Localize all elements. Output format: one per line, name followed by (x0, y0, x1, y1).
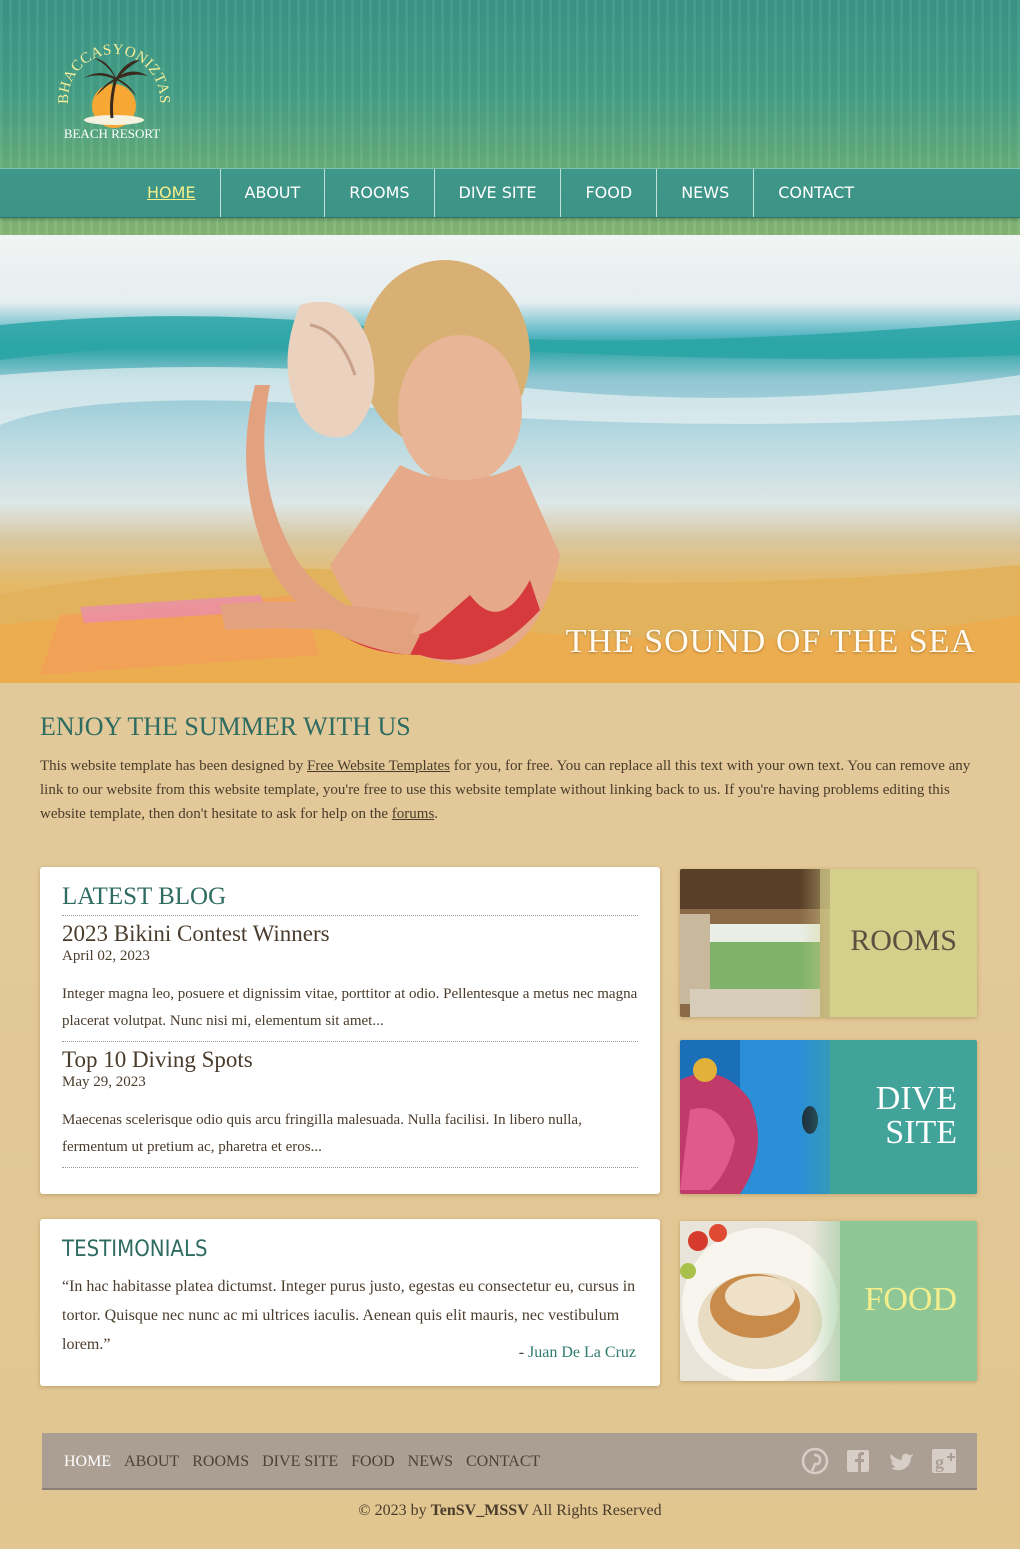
intro-text-part: . (434, 806, 439, 822)
blog-post: Top 10 Diving Spots May 29, 2023 Maecena… (62, 1042, 638, 1168)
copyright-owner: TenSV_MSSV (430, 1502, 529, 1519)
svg-text:g: g (935, 1452, 944, 1472)
dive-site-tile[interactable]: DIVE SITE (680, 1040, 977, 1194)
site-header: BHACCASYONIZTAS BEACH RESORT HOME ABOUT RO… (0, 0, 1020, 235)
hero-banner: THE SOUND OF THE SEA (0, 235, 1020, 683)
main-nav: HOME ABOUT ROOMS DIVE SITE FOOD NEWS CONTACT (0, 168, 1020, 218)
svg-text:BEACH RESORT: BEACH RESORT (64, 126, 160, 141)
footer-nav-item-food[interactable]: FOOD (351, 1453, 395, 1471)
food-tile[interactable]: FOOD (680, 1221, 977, 1381)
testimonials-heading: TESTIMONIALS (62, 1237, 208, 1262)
footer-nav-item-about[interactable]: ABOUT (124, 1453, 179, 1471)
nav-item-contact[interactable]: CONTACT (754, 169, 878, 217)
resort-logo[interactable]: BHACCASYONIZTAS BEACH RESORT (50, 28, 175, 146)
hero-image (0, 260, 1020, 683)
footer-nav-item-news[interactable]: NEWS (408, 1453, 453, 1471)
food-tile-label: FOOD (864, 1281, 957, 1318)
hero-caption: THE SOUND OF THE SEA (565, 623, 976, 660)
nav-item-about[interactable]: ABOUT (221, 169, 326, 217)
footer-nav-item-contact[interactable]: CONTACT (466, 1453, 540, 1471)
footer-nav: HOME ABOUT ROOMS DIVE SITE FOOD NEWS CONTACT (64, 1433, 553, 1490)
blog-post-date: May 29, 2023 (62, 1074, 146, 1090)
testimonials-card: TESTIMONIALS “In hac habitasse platea di… (40, 1219, 660, 1386)
copyright-suffix: All Rights Reserved (528, 1502, 662, 1519)
nav-item-home[interactable]: HOME (123, 169, 221, 217)
footer-nav-item-dive-site[interactable]: DIVE SITE (262, 1453, 338, 1471)
copyright: © 2023 by TenSV_MSSV All Rights Reserved (0, 1502, 1020, 1520)
intro-text-part: This website template has been designed … (40, 758, 308, 774)
facebook-icon[interactable] (843, 1446, 873, 1476)
free-website-templates-link[interactable]: Free Website Templates (307, 758, 450, 774)
intro-text: This website template has been designed … (40, 754, 980, 826)
blog-post-excerpt: Integer magna leo, posuere et dignissim … (62, 986, 638, 1029)
copyright-prefix: © 2023 by (358, 1502, 431, 1519)
nav-item-food[interactable]: FOOD (561, 169, 658, 217)
dive-site-tile-label: DIVE SITE (876, 1082, 957, 1150)
social-links: g (787, 1446, 959, 1476)
blog-post-title[interactable]: Top 10 Diving Spots (62, 1046, 638, 1074)
rooms-tile[interactable]: ROOMS (680, 869, 977, 1017)
footer-nav-item-rooms[interactable]: ROOMS (192, 1453, 249, 1471)
google-plus-icon[interactable]: g (929, 1446, 959, 1476)
nav-item-news[interactable]: NEWS (657, 169, 755, 217)
dive-label-line1: DIVE (875, 1080, 957, 1117)
twitter-icon[interactable] (886, 1446, 916, 1476)
testimonial-author-link[interactable]: Juan De La Cruz (528, 1344, 636, 1361)
latest-blog-heading: LATEST BLOG (62, 883, 638, 916)
footer-bar: HOME ABOUT ROOMS DIVE SITE FOOD NEWS CONTACT g (42, 1433, 977, 1490)
blog-post-date: April 02, 2023 (62, 948, 150, 964)
blog-post-excerpt: Maecenas scelerisque odio quis arcu frin… (62, 1112, 582, 1155)
blog-post-title[interactable]: 2023 Bikini Contest Winners (62, 920, 638, 948)
blog-post: 2023 Bikini Contest Winners April 02, 20… (62, 916, 638, 1042)
testimonial-author: - Juan De La Cruz (519, 1344, 636, 1362)
dive-fade (800, 1040, 860, 1194)
intro-section: ENJOY THE SUMMER WITH US This website te… (40, 712, 980, 826)
main-nav-list: HOME ABOUT ROOMS DIVE SITE FOOD NEWS CONTACT (123, 169, 878, 217)
dive-label-line2: SITE (885, 1114, 957, 1151)
author-prefix: - (518, 1344, 529, 1361)
latest-blog-card: LATEST BLOG 2023 Bikini Contest Winners … (40, 867, 660, 1194)
pinterest-icon[interactable] (800, 1446, 830, 1476)
food-fade (810, 1221, 870, 1381)
nav-item-dive-site[interactable]: DIVE SITE (435, 169, 562, 217)
nav-item-rooms[interactable]: ROOMS (325, 169, 435, 217)
forums-link[interactable]: forums (392, 806, 435, 822)
rooms-tile-label: ROOMS (850, 924, 957, 957)
intro-heading: ENJOY THE SUMMER WITH US (40, 712, 411, 741)
footer-nav-item-home[interactable]: HOME (64, 1453, 111, 1471)
